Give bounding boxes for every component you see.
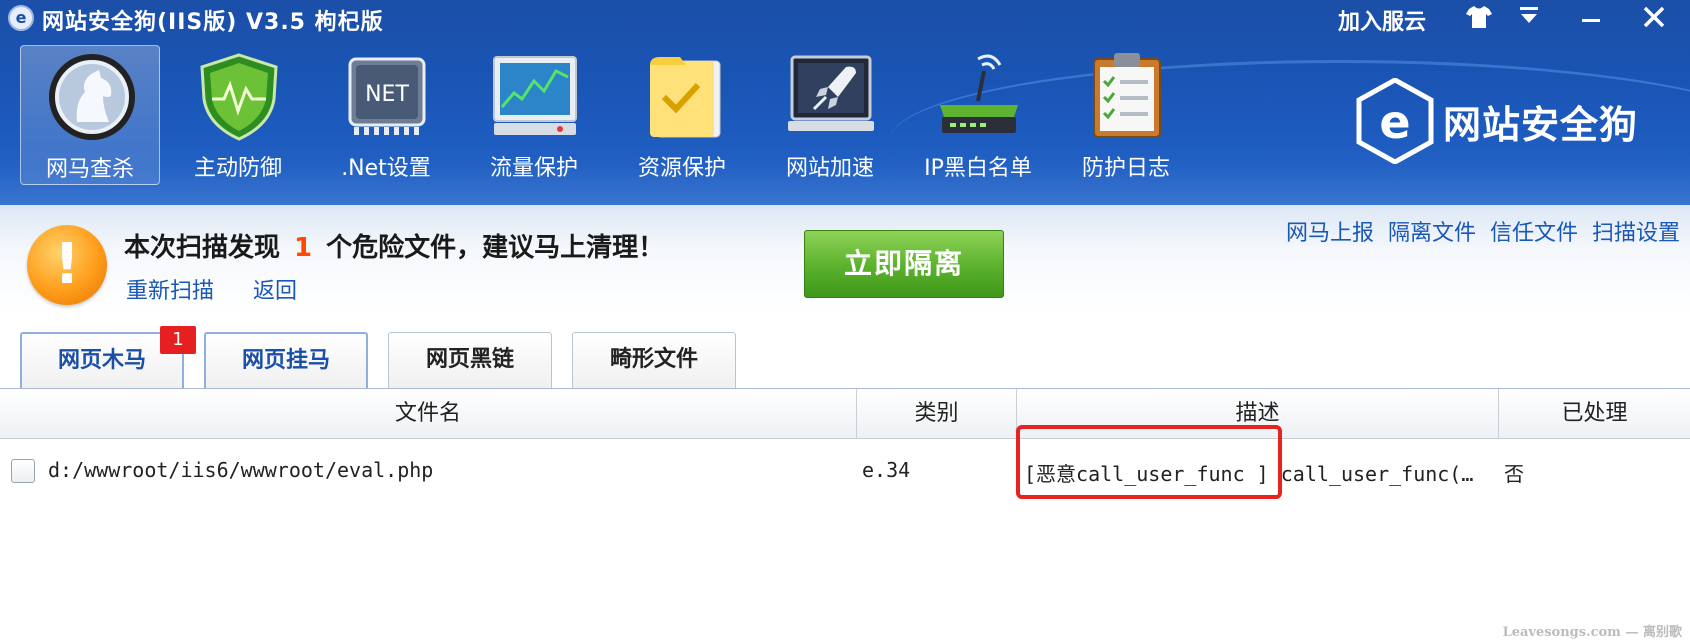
traffic-monitor-icon [493,56,577,135]
toolbar-label: 流量保护 [489,156,578,181]
main-toolbar: 网马查杀 主动防御 NET .Net设置 流量保护 资源保护 网站加速 IP黑白… [20,45,1320,185]
net-chip-icon: NET [348,57,426,135]
rocket-icon [788,55,874,131]
table-header: 文件名 类别 描述 已处理 [0,389,1690,439]
back-link[interactable]: 返回 [253,273,297,305]
scan-result-message: 本次扫描发现 1 个危险文件，建议马上清理！ [124,227,664,264]
app-title: 网站安全狗(IIS版) V3.5 枸杞版 [42,10,384,35]
menu-dropdown-icon[interactable] [1505,0,1553,34]
shield-icon [200,53,278,141]
danger-count: 1 [294,233,313,263]
quarantine-files-link[interactable]: 隔离文件 [1388,221,1476,246]
tab-web-blacklink[interactable]: 网页黑链 [388,332,552,388]
tab-web-trojan[interactable]: 网页木马 1 [20,326,196,388]
annotation-highlight-box [1016,425,1282,499]
watermark: Leavesongs.com — 离别歌 [1502,625,1682,640]
horse-scan-icon [49,54,135,140]
brand-logo: e 网站安全狗 [1355,78,1675,168]
toolbar-label: 网站加速 [785,156,874,181]
table-row[interactable]: d:/wwwroot/iis6/wwwroot/eval.php e.34 [恶… [0,439,1690,486]
tab-label: 网页挂马 [241,348,330,373]
tab-count-badge: 1 [160,326,196,354]
toolbar-item-log[interactable]: 防护日志 [1056,45,1196,185]
top-links: 网马上报 隔离文件 信任文件 扫描设置 [1272,215,1680,247]
cell-filename: d:/wwwroot/iis6/wwwroot/eval.php [48,458,434,482]
title-bar: e 网站安全狗(IIS版) V3.5 枸杞版 加入服云 [0,0,1690,36]
toolbar-label: IP黑白名单 [924,156,1032,181]
tab-web-hijack[interactable]: 网页挂马 [204,332,368,388]
tab-label: 畸形文件 [609,347,698,372]
result-table: 文件名 类别 描述 已处理 d:/wwwroot/iis6/wwwroot/ev… [0,388,1690,644]
row-checkbox[interactable] [11,459,35,483]
join-cloud-link[interactable]: 加入服云 [1338,4,1426,36]
toolbar-item-net-settings[interactable]: NET .Net设置 [316,45,456,185]
report-horse-link[interactable]: 网马上报 [1286,221,1374,246]
toolbar-item-speed[interactable]: 网站加速 [760,45,900,185]
skin-shirt-icon[interactable] [1455,0,1503,34]
toolbar-item-resource[interactable]: 资源保护 [612,45,752,185]
app-header: e 网站安全狗(IIS版) V3.5 枸杞版 加入服云 网马查杀 主动防御 NE… [0,0,1690,205]
result-suffix: 个危险文件，建议马上清理！ [326,233,665,263]
toolbar-item-defense[interactable]: 主动防御 [168,45,308,185]
tab-label: 网页木马 [57,348,146,373]
close-icon[interactable] [1630,0,1678,34]
trusted-files-link[interactable]: 信任文件 [1490,221,1578,246]
brand-text: 网站安全狗 [1443,103,1639,147]
warning-icon: ! [27,225,107,305]
toolbar-item-ip-list[interactable]: IP黑白名单 [908,45,1048,185]
tab-malformed-files[interactable]: 畸形文件 [572,332,736,388]
result-tabs: 网页木马 1 网页挂马 网页黑链 畸形文件 [20,326,740,388]
column-header-handled[interactable]: 已处理 [1499,389,1690,439]
folder-check-icon [650,57,721,138]
rescan-link[interactable]: 重新扫描 [126,273,214,305]
column-header-filename[interactable]: 文件名 [0,389,857,439]
tab-label: 网页黑链 [425,347,514,372]
minimize-icon[interactable] [1567,0,1615,34]
result-prefix: 本次扫描发现 [124,233,281,263]
cell-handled: 否 [1504,462,1524,486]
scan-settings-link[interactable]: 扫描设置 [1592,221,1680,246]
brand-e-shield-icon: e [1356,78,1434,164]
cell-category: e.34 [862,458,911,482]
app-logo-icon: e [8,5,34,31]
toolbar-label: .Net设置 [341,156,431,181]
toolbar-label: 网马查杀 [45,157,134,182]
column-header-category[interactable]: 类别 [857,389,1017,439]
router-icon [940,54,1018,133]
toolbar-label: 防护日志 [1081,156,1170,181]
toolbar-label: 资源保护 [637,156,726,181]
clipboard-icon [1093,53,1161,138]
toolbar-item-traffic[interactable]: 流量保护 [464,45,604,185]
svg-text:NET: NET [365,82,409,107]
scan-result-panel: ! 本次扫描发现 1 个危险文件，建议马上清理！ 重新扫描 返回 立即隔离 网马上报… [0,205,1690,315]
toolbar-item-scan[interactable]: 网马查杀 [20,45,160,185]
isolate-now-button[interactable]: 立即隔离 [804,230,1004,298]
svg-text:e: e [1379,95,1410,149]
toolbar-label: 主动防御 [193,156,282,181]
